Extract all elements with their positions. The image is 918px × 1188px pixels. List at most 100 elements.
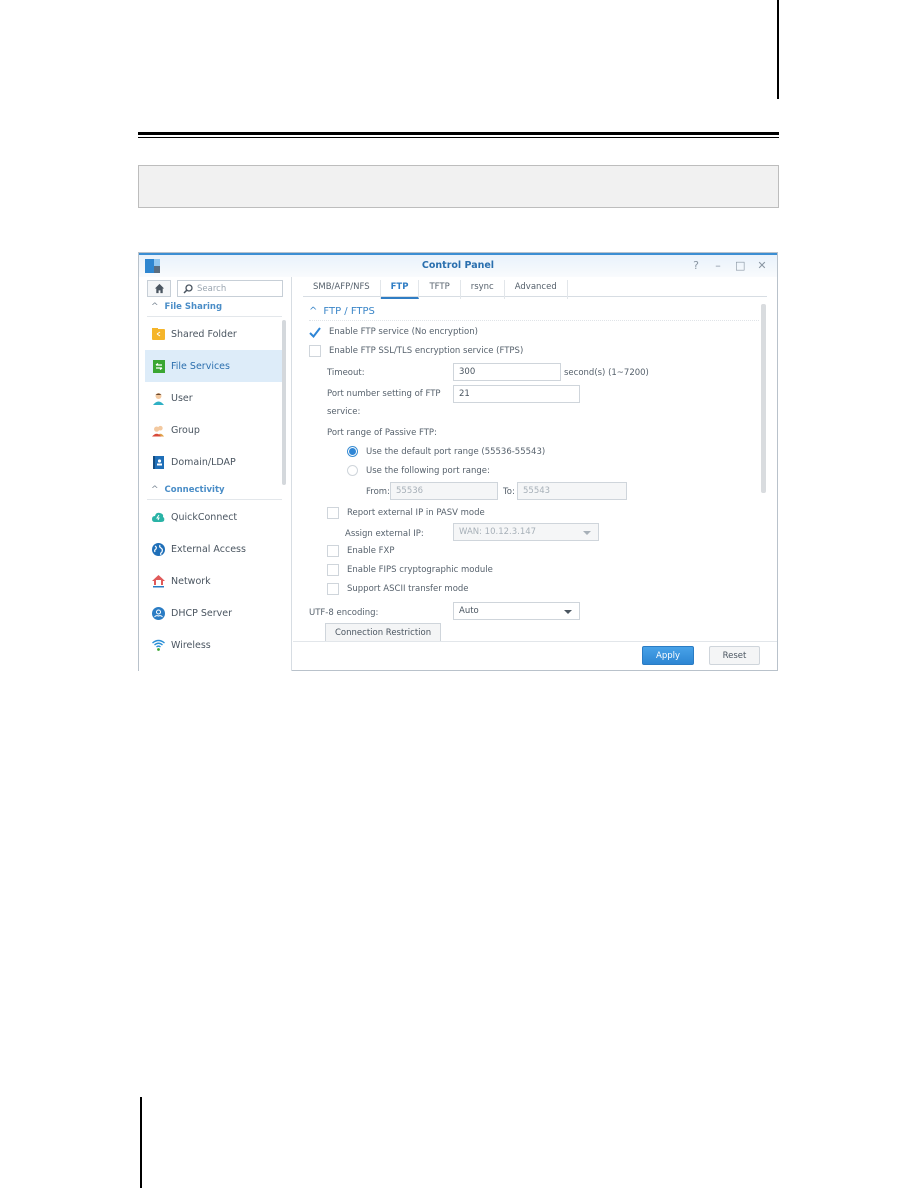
control-panel-window: Control Panel ? – □ ✕ ^ File Sharing Sha…	[138, 252, 778, 671]
timeout-label: Timeout:	[327, 368, 365, 378]
globe-icon	[152, 542, 165, 556]
report-external-ip-checkbox[interactable]	[327, 507, 339, 519]
wifi-icon	[152, 639, 165, 652]
assign-external-ip-select[interactable]: WAN: 10.12.3.147	[453, 523, 599, 541]
enable-fxp-row: Enable FXP	[327, 545, 395, 557]
passive-custom-radio[interactable]	[347, 465, 358, 476]
from-label: From:	[366, 487, 390, 497]
close-icon[interactable]: ✕	[757, 259, 767, 272]
from-port-field[interactable]	[390, 482, 498, 500]
tab-tftp[interactable]: TFTP	[419, 280, 461, 299]
section-divider	[147, 499, 282, 500]
content-scrollbar[interactable]	[761, 304, 766, 493]
to-port-input[interactable]	[523, 486, 621, 496]
passive-custom-row: Use the following port range:	[347, 465, 490, 476]
maximize-icon[interactable]: □	[735, 259, 745, 272]
tab-ftp[interactable]: FTP	[380, 280, 420, 299]
sidebar-item-domain-ldap[interactable]: Domain/LDAP	[145, 446, 282, 478]
sidebar-item-dhcp-server[interactable]: DHCP Server	[145, 597, 282, 629]
search-input[interactable]	[197, 283, 277, 294]
timeout-input[interactable]	[459, 367, 555, 377]
apply-button[interactable]: Apply	[642, 646, 694, 665]
title-bar: Control Panel ? – □ ✕	[139, 253, 777, 277]
port-label-line2: service:	[327, 407, 361, 417]
minimize-icon[interactable]: –	[713, 259, 723, 272]
section-divider	[309, 320, 759, 321]
passive-default-row: Use the default port range (55536-55543)	[347, 446, 545, 457]
enable-fips-label: Enable FIPS cryptographic module	[347, 565, 493, 575]
reset-button[interactable]: Reset	[709, 646, 760, 665]
section-header-file-sharing[interactable]: ^ File Sharing	[151, 302, 222, 312]
passive-default-radio[interactable]	[347, 446, 358, 457]
heading-rule-thin	[138, 137, 779, 138]
timeout-field[interactable]	[453, 363, 561, 381]
ascii-mode-checkbox[interactable]	[327, 583, 339, 595]
utf8-encoding-select[interactable]: Auto	[453, 602, 580, 620]
main-panel: SMB/AFP/NFS FTP TFTP rsync Advanced ^ FT…	[293, 277, 778, 671]
file-services-icon	[152, 359, 165, 373]
enable-ftp-checkbox[interactable]	[309, 326, 321, 338]
home-button[interactable]	[147, 280, 171, 297]
enable-ftp-row: Enable FTP service (No encryption)	[309, 326, 478, 338]
timeout-suffix: second(s) (1~7200)	[564, 368, 649, 378]
page-vertical-rule-top	[777, 0, 779, 99]
group-icon	[152, 424, 165, 437]
sidebar-item-quickconnect[interactable]: QuickConnect	[145, 501, 282, 533]
sidebar-item-shared-folder[interactable]: Shared Folder	[145, 318, 282, 350]
report-external-ip-row: Report external IP in PASV mode	[327, 507, 485, 519]
tab-smb-afp-nfs[interactable]: SMB/AFP/NFS	[303, 280, 381, 299]
sidebar-scrollbar[interactable]	[282, 320, 286, 485]
sidebar-item-group[interactable]: Group	[145, 414, 282, 446]
utf8-encoding-label: UTF-8 encoding:	[309, 608, 379, 618]
help-icon[interactable]: ?	[691, 259, 701, 272]
search-field[interactable]	[177, 280, 283, 297]
ascii-mode-row: Support ASCII transfer mode	[327, 583, 469, 595]
sidebar-item-external-access[interactable]: External Access	[145, 533, 282, 565]
home-icon	[154, 283, 164, 294]
enable-fips-checkbox[interactable]	[327, 564, 339, 576]
from-port-input[interactable]	[396, 486, 492, 496]
window-title: Control Panel	[421, 260, 495, 271]
sidebar-item-wireless[interactable]: Wireless	[145, 629, 282, 661]
quickconnect-icon	[152, 511, 165, 524]
port-label-line1: Port number setting of FTP	[327, 389, 441, 399]
enable-fxp-checkbox[interactable]	[327, 545, 339, 557]
port-input[interactable]	[459, 389, 574, 399]
chevron-up-icon: ^	[151, 302, 159, 312]
passive-default-label: Use the default port range (55536-55543)	[366, 446, 546, 457]
ascii-mode-label: Support ASCII transfer mode	[347, 584, 469, 594]
connection-restriction-button[interactable]: Connection Restriction	[325, 623, 442, 642]
note-box	[138, 165, 779, 208]
heading-rule-thick	[138, 132, 779, 135]
ftp-section-header[interactable]: ^ FTP / FTPS	[309, 306, 375, 317]
sidebar-item-network[interactable]: Network	[145, 565, 282, 597]
network-house-icon	[152, 574, 165, 588]
enable-ftp-label: Enable FTP service (No encryption)	[329, 327, 478, 337]
tab-bar: SMB/AFP/NFS FTP TFTP rsync Advanced	[303, 277, 767, 299]
section-header-connectivity[interactable]: ^ Connectivity	[151, 485, 225, 495]
to-port-field[interactable]	[517, 482, 627, 500]
to-label: To:	[503, 487, 515, 497]
enable-fxp-label: Enable FXP	[347, 546, 395, 556]
sidebar: ^ File Sharing Shared Folder File Servic…	[139, 277, 292, 671]
domain-ldap-icon	[152, 455, 165, 469]
sidebar-item-user[interactable]: User	[145, 382, 282, 414]
user-icon	[152, 392, 165, 405]
tab-advanced[interactable]: Advanced	[505, 280, 568, 299]
tab-rsync[interactable]: rsync	[461, 280, 505, 299]
enable-ftps-checkbox[interactable]	[309, 345, 321, 357]
chevron-up-icon: ^	[151, 485, 159, 495]
page-vertical-rule-bottom	[140, 1097, 142, 1188]
section-divider	[147, 316, 282, 317]
shared-folder-icon	[152, 328, 165, 341]
checkmark-icon	[309, 326, 321, 338]
search-icon	[183, 283, 193, 294]
report-external-ip-label: Report external IP in PASV mode	[347, 508, 485, 518]
sidebar-item-file-services[interactable]: File Services	[145, 350, 282, 382]
enable-ftps-label: Enable FTP SSL/TLS encryption service (F…	[329, 346, 524, 356]
enable-ftps-row: Enable FTP SSL/TLS encryption service (F…	[309, 345, 523, 357]
passive-range-label: Port range of Passive FTP:	[327, 428, 437, 438]
footer-divider	[293, 641, 777, 642]
assign-external-ip-label: Assign external IP:	[345, 529, 424, 539]
port-field[interactable]	[453, 385, 580, 403]
